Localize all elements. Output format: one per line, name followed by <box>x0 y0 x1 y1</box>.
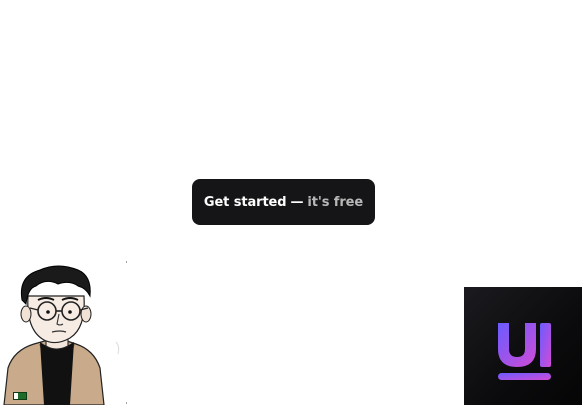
get-started-label: Get started <box>203 194 287 210</box>
get-started-button[interactable]: Get started — it's free <box>192 179 375 225</box>
ui-logo-tile[interactable] <box>464 287 582 405</box>
cartoon-man-avatar-icon <box>3 261 127 405</box>
avatar <box>0 258 128 405</box>
get-started-separator: — <box>290 194 304 210</box>
flag-badge-icon <box>13 392 27 400</box>
page: Get started — it's free <box>0 0 582 405</box>
its-free-label: it's free <box>307 194 364 210</box>
ui-logo-icon <box>498 323 551 380</box>
